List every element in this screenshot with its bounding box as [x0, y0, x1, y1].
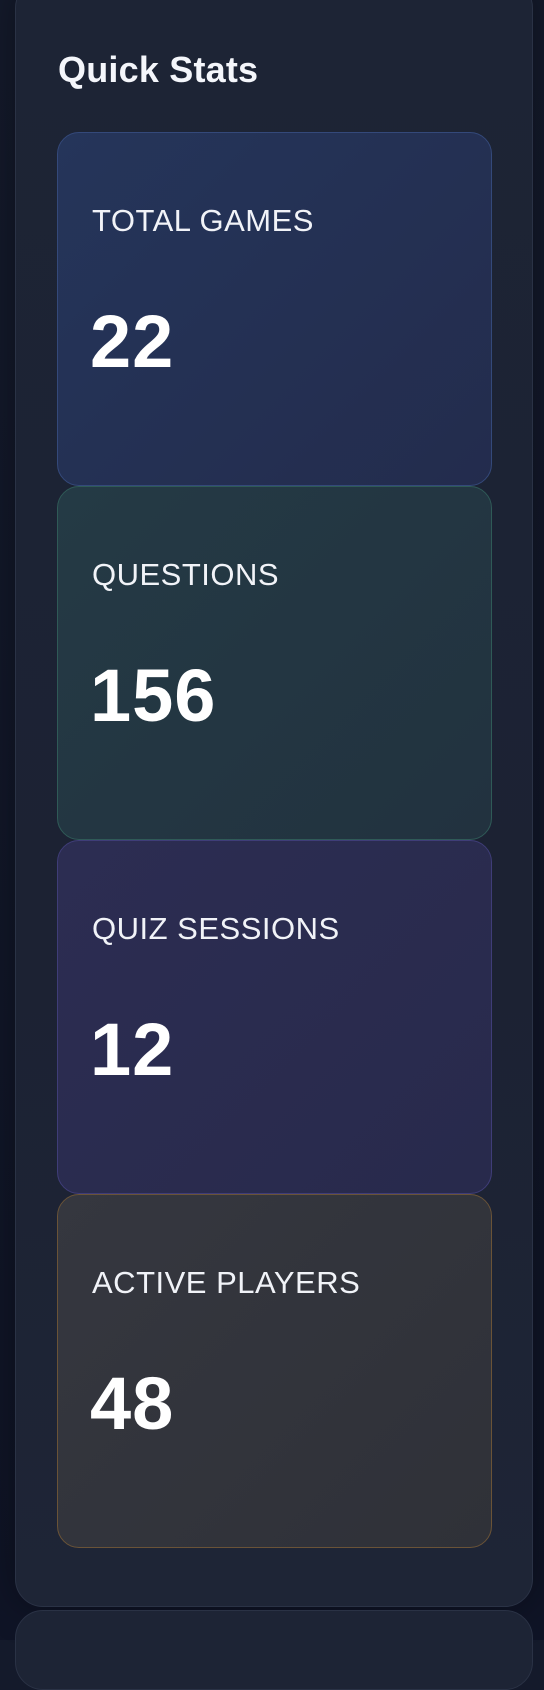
stat-card-active-players: ACTIVE PLAYERS 48: [57, 1194, 492, 1548]
stat-label-active-players: ACTIVE PLAYERS: [92, 1265, 361, 1300]
stat-card-questions: QUESTIONS 156: [57, 486, 492, 840]
stat-label-questions: QUESTIONS: [92, 557, 280, 592]
stat-label-quiz-sessions: QUIZ SESSIONS: [92, 911, 340, 946]
stat-card-quiz-sessions: QUIZ SESSIONS 12: [57, 840, 492, 1194]
stat-label-total-games: TOTAL GAMES: [92, 203, 314, 238]
stat-value-quiz-sessions: 12: [90, 1008, 175, 1091]
stat-value-active-players: 48: [90, 1362, 175, 1445]
stat-value-questions: 156: [90, 654, 217, 737]
quick-stats-panel: Quick Stats TOTAL GAMES 22 QUESTIONS 156…: [15, 0, 533, 1607]
stat-value-total-games: 22: [90, 300, 175, 383]
next-panel: [15, 1610, 533, 1690]
stat-card-total-games: TOTAL GAMES 22: [57, 132, 492, 486]
quick-stats-title: Quick Stats: [58, 49, 259, 90]
